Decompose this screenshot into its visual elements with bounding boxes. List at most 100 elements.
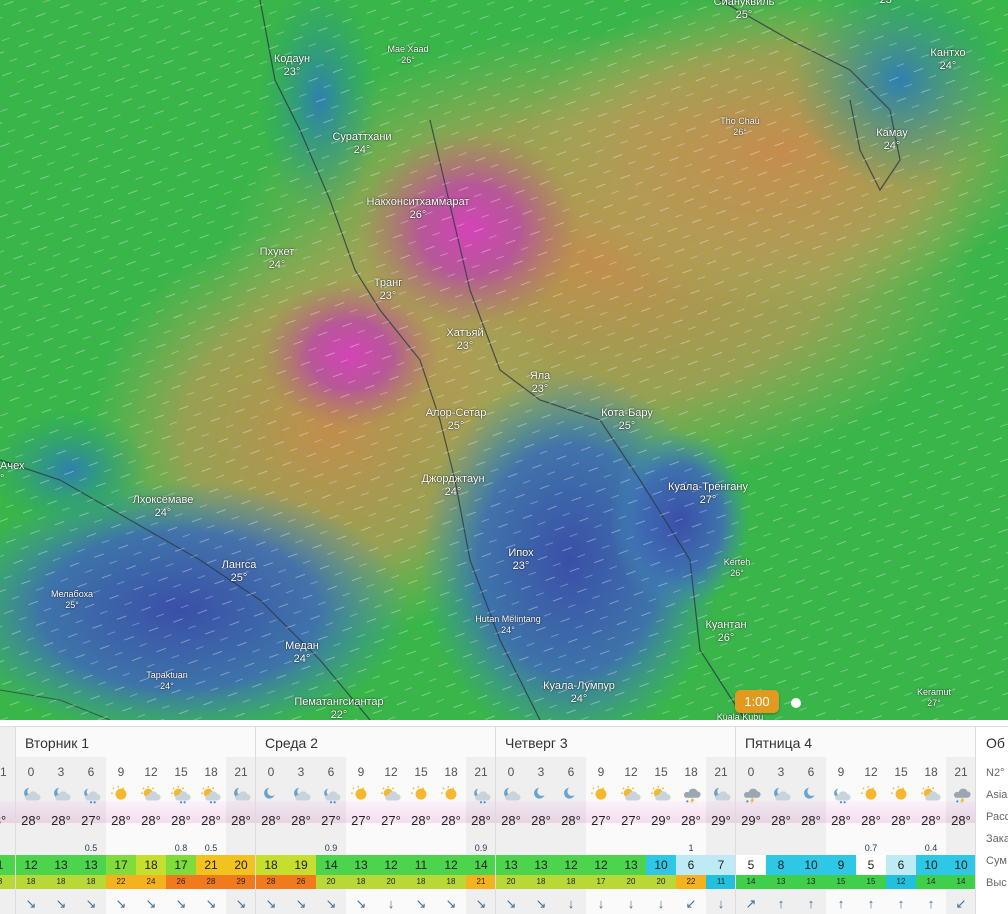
city-label[interactable]: Куантан 26° bbox=[705, 619, 746, 645]
city-label[interactable]: Сиануквиль 25° bbox=[714, 0, 775, 22]
forecast-column[interactable]: 9 27° 13 18 ↘ bbox=[346, 757, 376, 914]
forecast-column[interactable]: 21 28° 0.9 14 21 ↘ bbox=[466, 757, 496, 914]
city-name: Сураттхани bbox=[332, 131, 392, 143]
forecast-column[interactable]: 18 28° 12 18 ↘ bbox=[436, 757, 466, 914]
city-label[interactable]: Пематангсиантар 22° bbox=[294, 696, 383, 720]
forecast-column[interactable]: 0 28° 12 18 ↘ bbox=[16, 757, 46, 914]
wind-gust: 18 bbox=[526, 875, 556, 889]
forecast-column[interactable]: 0 29° 5 14 ↗ bbox=[736, 757, 766, 914]
day-title[interactable]: Четверг 3 bbox=[505, 735, 568, 751]
weather-moon-icon bbox=[529, 785, 553, 805]
city-label[interactable]: Kerteh 26° bbox=[724, 557, 751, 579]
forecast-column[interactable]: 12 27° 13 20 ↓ bbox=[616, 757, 646, 914]
wind-speed: 18 bbox=[256, 855, 286, 875]
city-name: Хатъяй bbox=[446, 327, 484, 339]
city-label[interactable]: Хатъяй 23° bbox=[446, 327, 483, 353]
forecast-column[interactable]: 3 28° 8 13 ↑ bbox=[766, 757, 796, 914]
city-temperature: ° bbox=[0, 473, 5, 485]
precipitation-value: 0.5 bbox=[84, 843, 98, 853]
city-label[interactable]: Накхонситхаммарат 26° bbox=[367, 196, 470, 222]
forecast-column[interactable]: 6 28° 10 13 ↑ bbox=[796, 757, 826, 914]
city-label[interactable]: Алор-Сетар 25° bbox=[426, 407, 487, 433]
forecast-column[interactable]: 15 28° 0.8 17 26 ↘ bbox=[166, 757, 196, 914]
day-title[interactable]: Вторник 1 bbox=[25, 735, 89, 751]
forecast-column[interactable]: 9 28° 9 15 ↑ bbox=[826, 757, 856, 914]
city-label[interactable]: Джорджтаун 24° bbox=[421, 473, 484, 499]
city-label[interactable]: Keramut 27° bbox=[917, 687, 951, 709]
day-title[interactable]: Пятница 4 bbox=[745, 735, 812, 751]
forecast-column[interactable]: 12 28° 0.7 5 15 ↑ bbox=[856, 757, 886, 914]
forecast-column[interactable]: 15 28° 11 18 ↘ bbox=[406, 757, 436, 914]
city-label[interactable]: Яла 23° bbox=[530, 370, 550, 396]
forecast-column[interactable]: 15 29° 10 20 ↓ bbox=[646, 757, 676, 914]
weather-moon-cloud-icon bbox=[769, 785, 793, 805]
forecast-column[interactable]: 18 28° 0.5 21 28 ↘ bbox=[196, 757, 226, 914]
time-indicator[interactable]: 1:00 bbox=[735, 690, 779, 713]
city-label[interactable]: Thọ Chau 26° bbox=[720, 116, 760, 138]
city-label[interactable]: Tapaktuan 24° bbox=[146, 670, 188, 692]
wind-speed: 12 bbox=[436, 855, 466, 875]
wind-speed: 14 bbox=[466, 855, 496, 875]
forecast-column[interactable]: 6 28° 12 18 ↓ bbox=[556, 757, 586, 914]
forecast-column[interactable]: 6 27° 0.5 13 18 ↘ bbox=[76, 757, 106, 914]
city-label[interactable]: Пхукет 24° bbox=[260, 246, 295, 272]
forecast-column[interactable]: 21 28° 10 14 ↙ bbox=[946, 757, 976, 914]
wind-gust: 18 bbox=[16, 875, 46, 889]
forecast-column[interactable]: 15 28° 6 12 ↑ bbox=[886, 757, 916, 914]
city-label[interactable]: Kuala Kubu bbox=[717, 712, 764, 720]
city-label[interactable]: Куала-Тренгану 27° bbox=[668, 481, 748, 507]
city-label[interactable]: Лангса 25° bbox=[222, 559, 257, 585]
forecast-column[interactable]: 12 27° 12 20 ↓ bbox=[376, 757, 406, 914]
city-temperature: 26° bbox=[730, 568, 744, 578]
location-info-panel[interactable]: Об N2° Asia Расс Зака Сум Выс bbox=[975, 727, 1008, 914]
wind-gust: 12 bbox=[886, 875, 916, 889]
timeline-handle[interactable] bbox=[791, 698, 801, 708]
weather-cloud-rain-icon bbox=[469, 785, 493, 805]
wind-direction-arrow-icon: ↑ bbox=[856, 895, 886, 913]
city-label[interactable]: Кодаун 23° bbox=[274, 53, 310, 79]
city-label[interactable]: Ипох 23° bbox=[508, 547, 533, 573]
wind-direction-glyph: ↘ bbox=[145, 896, 157, 911]
city-temperature: 23° bbox=[283, 66, 301, 78]
weather-moon-icon bbox=[559, 785, 583, 805]
forecast-column[interactable]: 9 27° 12 17 ↓ bbox=[586, 757, 616, 914]
forecast-column[interactable]: 21 28° 20 29 ↘ bbox=[226, 757, 256, 914]
city-label[interactable]: Куала-Лумпур 24° bbox=[543, 680, 615, 706]
wind-direction-glyph: ↑ bbox=[807, 896, 815, 911]
city-name: Hutan Melintang bbox=[475, 614, 541, 624]
city-label[interactable]: Сураттхани 24° bbox=[332, 131, 391, 157]
city-label[interactable]: 23° bbox=[880, 0, 897, 7]
forecast-column[interactable]: 18 28° 0.4 10 14 ↑ bbox=[916, 757, 946, 914]
city-label[interactable]: Ачех ° bbox=[0, 460, 24, 486]
city-label[interactable]: Камау 24° bbox=[876, 127, 908, 153]
city-label[interactable]: Транг 23° bbox=[374, 277, 402, 303]
wind-map[interactable]: Кодаун 23° Mae Xaad 26° Сиануквиль 25° 23° Кант… bbox=[0, 0, 1008, 720]
forecast-column[interactable]: 6 27° 0.9 14 20 ↘ bbox=[316, 757, 346, 914]
day-title[interactable]: Среда 2 bbox=[265, 735, 318, 751]
forecast-column[interactable]: 0 28° 18 28 ↘ bbox=[256, 757, 286, 914]
forecast-column[interactable]: 21 29° 7 11 ↓ bbox=[706, 757, 736, 914]
wind-gust: 28 bbox=[196, 875, 226, 889]
forecast-column[interactable]: 9 28° 17 22 ↘ bbox=[106, 757, 136, 914]
wind-speed: 9 bbox=[826, 855, 856, 875]
city-name: Куантан bbox=[705, 619, 747, 631]
city-label[interactable]: Mae Xaad 26° bbox=[387, 44, 428, 66]
forecast-column[interactable]: 12 28° 18 24 ↘ bbox=[136, 757, 166, 914]
city-label[interactable]: Кота-Бару 25° bbox=[601, 407, 653, 433]
wind-gust: 18 bbox=[556, 875, 586, 889]
forecast-column[interactable]: 18 28° 1 6 22 ↙ bbox=[676, 757, 706, 914]
forecast-column[interactable]: 3 28° 19 26 ↘ bbox=[286, 757, 316, 914]
weather-moon-cloud-icon bbox=[19, 785, 43, 805]
city-label[interactable]: Hutan Melintang 24° bbox=[475, 614, 541, 636]
forecast-column[interactable]: 3 28° 13 18 ↘ bbox=[526, 757, 556, 914]
weather-cloud-rain-icon bbox=[319, 785, 343, 805]
info-twilight: Сум bbox=[986, 855, 1007, 867]
hour-label: 0 bbox=[507, 765, 515, 779]
city-label[interactable]: Лхоксёмаве 24° bbox=[133, 494, 194, 520]
city-name: Пхукет bbox=[259, 246, 295, 258]
city-label[interactable]: Мелабоха 25° bbox=[51, 589, 93, 611]
forecast-column[interactable]: 3 28° 13 18 ↘ bbox=[46, 757, 76, 914]
forecast-column[interactable]: 0 28° 13 20 ↘ bbox=[496, 757, 526, 914]
city-label[interactable]: Медан 24° bbox=[285, 640, 319, 666]
city-label[interactable]: Кантхо 24° bbox=[930, 47, 965, 73]
